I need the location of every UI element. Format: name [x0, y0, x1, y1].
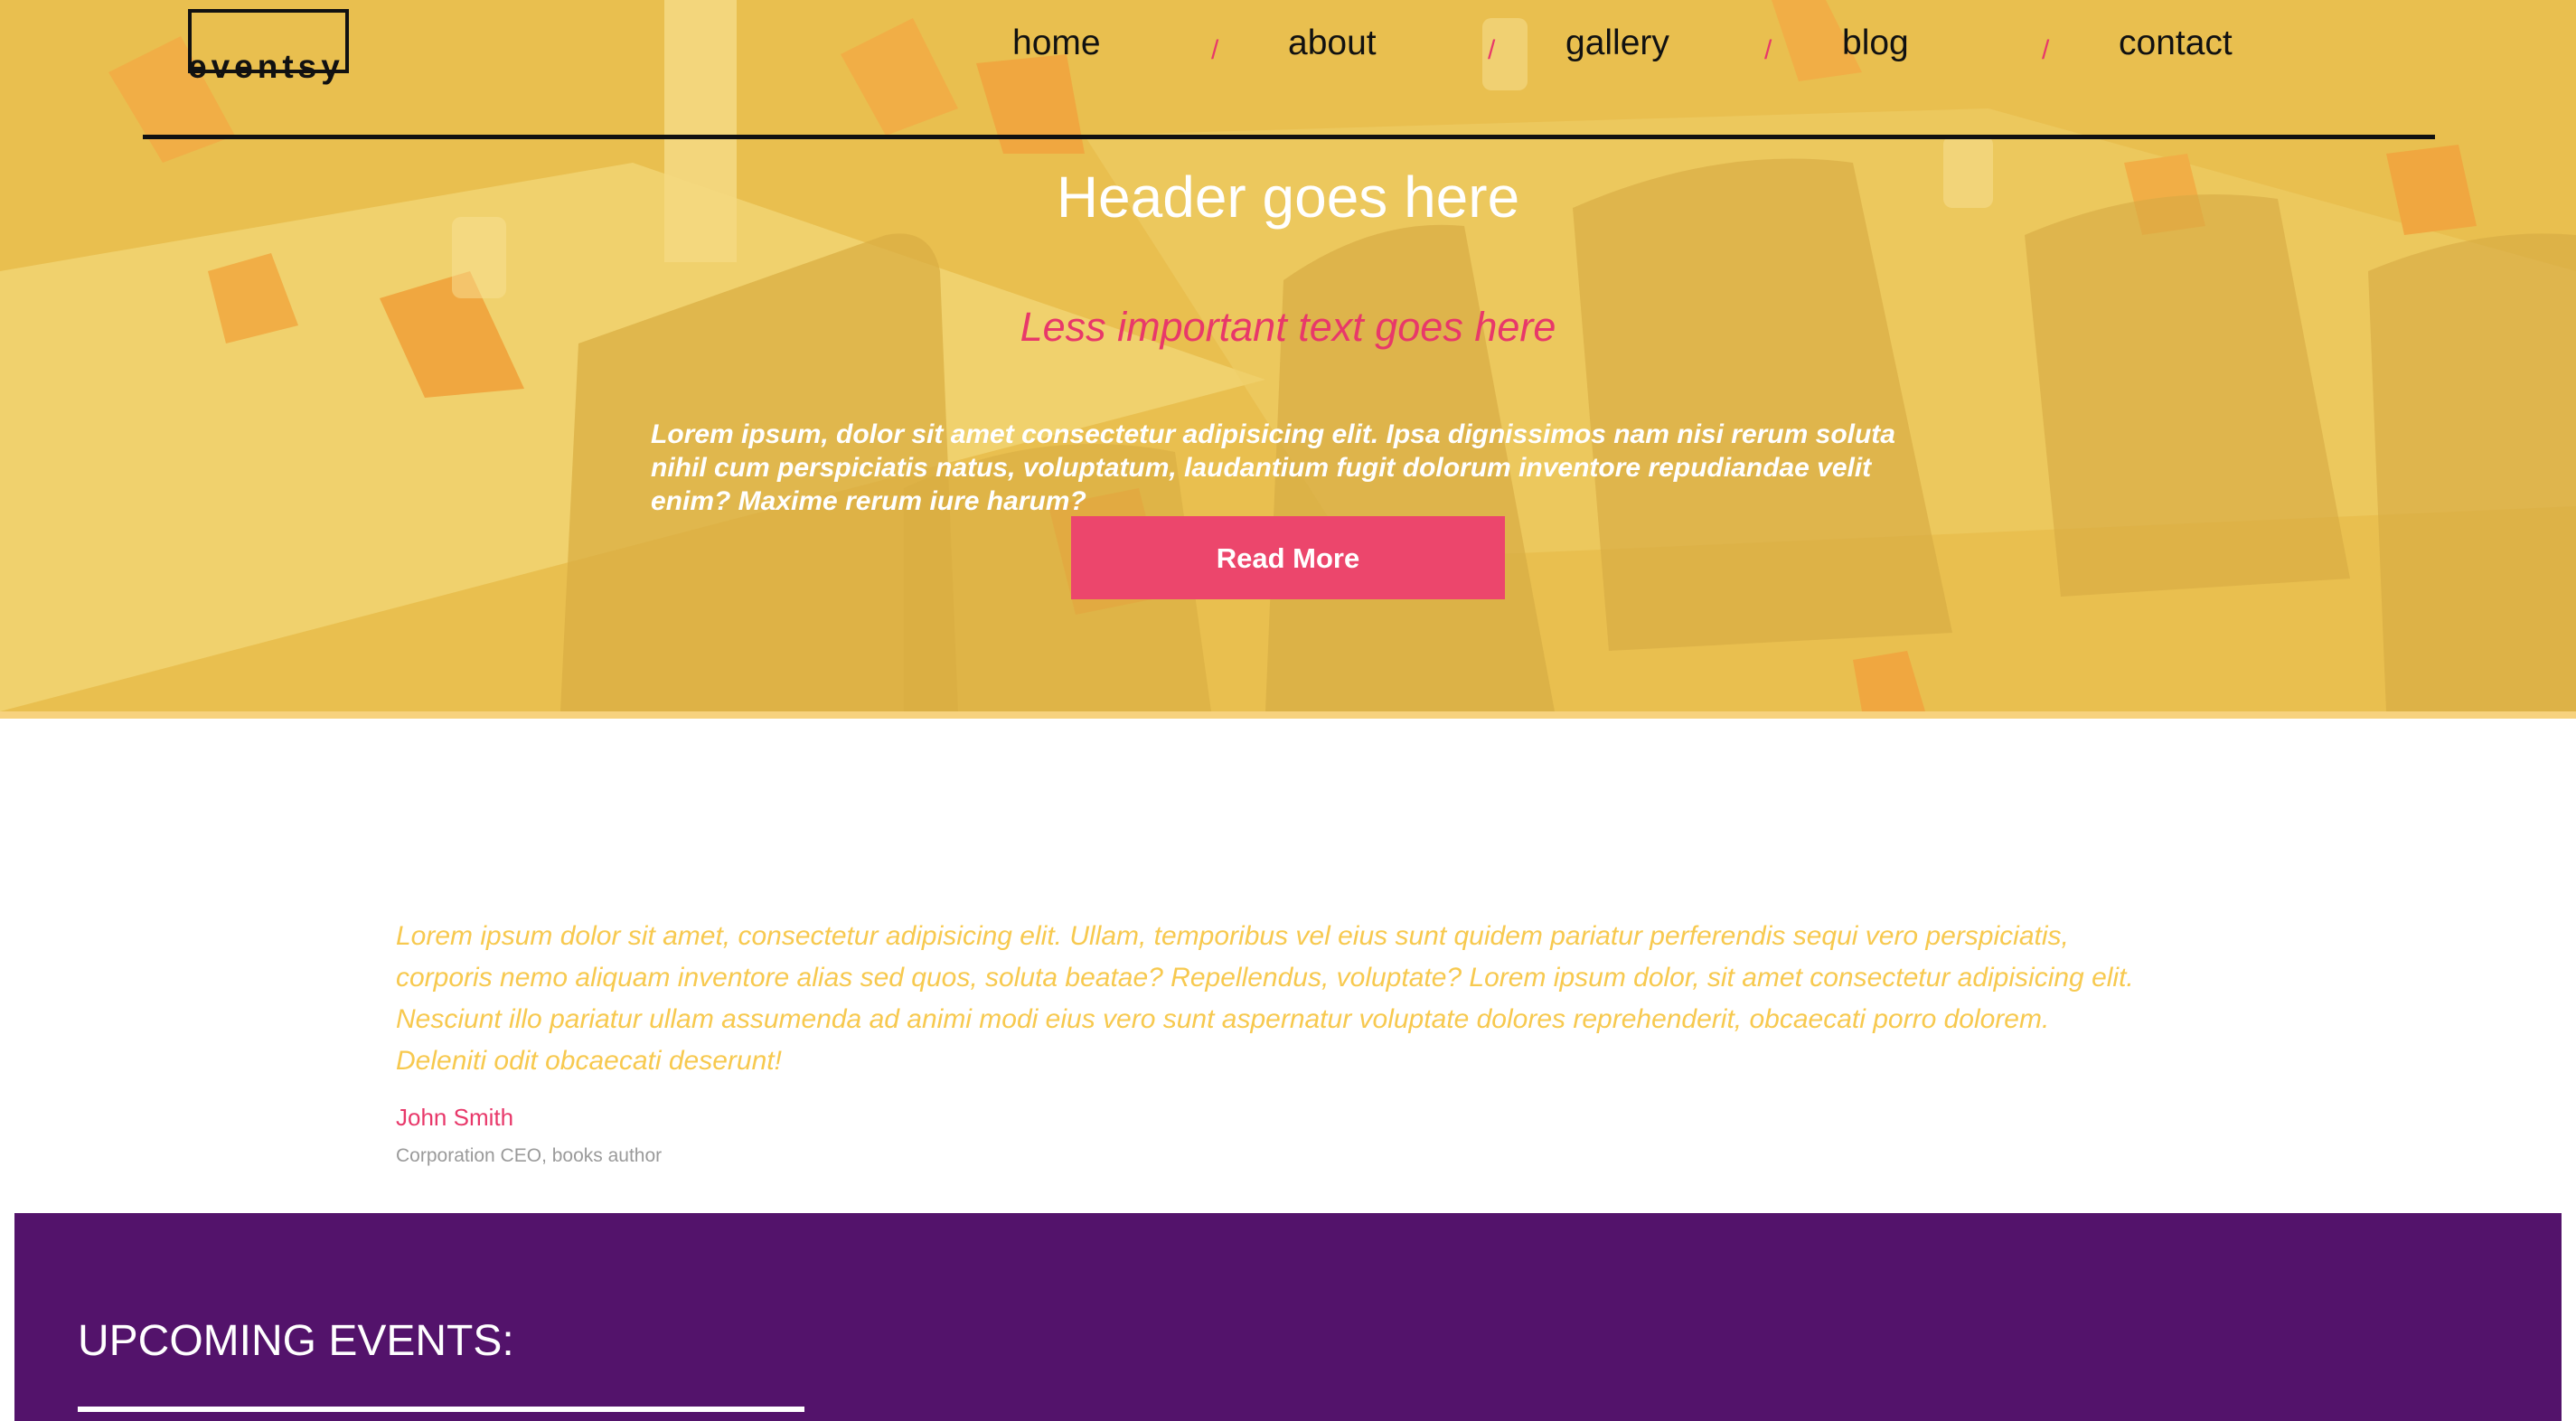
- nav-separator: /: [1211, 35, 1219, 65]
- hero-overlay: [0, 0, 2576, 711]
- upcoming-events-section: UPCOMING EVENTS:: [14, 1213, 2562, 1421]
- hero-bottom-border: [0, 711, 2576, 719]
- nav-gallery[interactable]: gallery: [1565, 16, 1669, 71]
- nav-separator: /: [1764, 35, 1772, 65]
- upcoming-events-title: UPCOMING EVENTS:: [78, 1317, 514, 1365]
- testimonial-author: John Smith: [396, 1104, 514, 1131]
- upcoming-events-underline: [78, 1407, 804, 1412]
- hero-title: Header goes here: [1056, 165, 1520, 230]
- nav-home[interactable]: home: [1012, 16, 1101, 71]
- nav-blog[interactable]: blog: [1842, 16, 1909, 71]
- nav-separator: /: [1488, 35, 1496, 65]
- nav-separator: /: [2042, 35, 2050, 65]
- nav-contact[interactable]: contact: [2119, 16, 2233, 71]
- testimonial-author-role: Corporation CEO, books author: [396, 1145, 663, 1166]
- hero-section: eventsy home / about / gallery / blog / …: [0, 0, 2576, 711]
- read-more-button[interactable]: Read More: [1071, 516, 1505, 599]
- hero-subtitle: Less important text goes here: [1020, 304, 1556, 350]
- testimonial-quote: Lorem ipsum dolor sit amet, consectetur …: [396, 921, 2134, 1076]
- hero-body-text: Lorem ipsum, dolor sit amet consectetur …: [651, 419, 1895, 516]
- nav-about[interactable]: about: [1288, 16, 1377, 71]
- nav-divider: [143, 135, 2435, 139]
- main-nav: home / about / gallery / blog / contact: [0, 16, 2576, 71]
